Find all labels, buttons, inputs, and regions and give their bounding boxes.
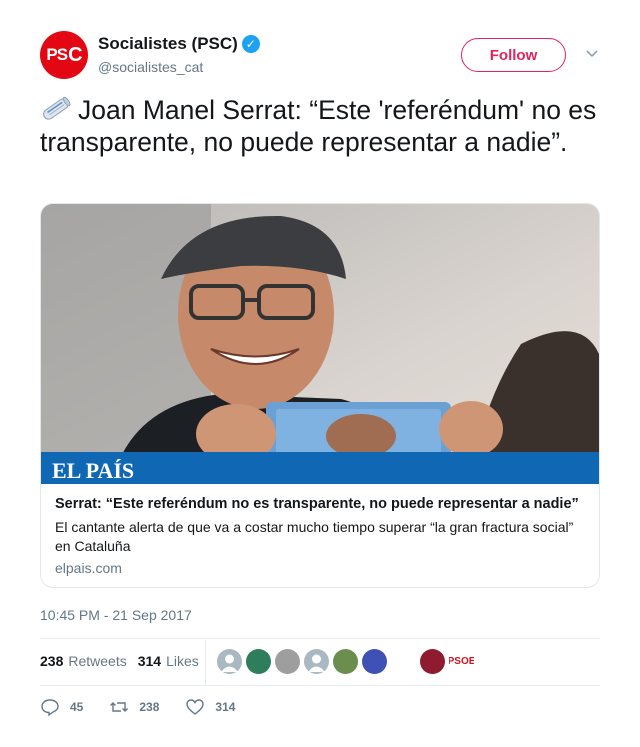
like-count: 314 [215, 700, 236, 714]
card-title[interactable]: Serrat: “Este referéndum no es transpare… [55, 496, 585, 512]
reply-icon [41, 699, 59, 717]
likes-label: Likes [166, 653, 199, 669]
author-avatar[interactable]: PS C [40, 31, 88, 79]
tweet-header: PS C Socialistes (PSC) ✓ @socialistes_cat… [40, 31, 600, 81]
tweet-actions: 45 238 314 [40, 697, 261, 717]
follow-button[interactable]: Follow [461, 38, 566, 72]
author-handle[interactable]: @socialistes_cat [98, 59, 203, 75]
link-card[interactable]: EL PAÍS Serrat: “Este referéndum no es t… [40, 203, 600, 588]
author-name[interactable]: Socialistes (PSC) [98, 34, 238, 54]
stats-divider [205, 640, 206, 685]
like-button[interactable]: 314 [185, 697, 235, 717]
tweet-body: Joan Manel Serrat: “Este 'referéndum' no… [40, 95, 597, 157]
engagement-stats: 238 Retweets 314 Likes [40, 653, 199, 669]
liker-avatar[interactable] [420, 649, 445, 674]
likes-stat[interactable]: 314 Likes [138, 653, 199, 669]
article-photo: EL PAÍS [41, 204, 599, 484]
divider-top [40, 638, 600, 639]
avatar-accent-text: C [68, 43, 82, 66]
liker-avatar[interactable] [304, 649, 329, 674]
reply-count: 45 [70, 700, 84, 714]
elpais-logo: EL PAÍS [52, 458, 134, 483]
verified-badge-icon: ✓ [241, 35, 260, 53]
liker-avatar[interactable] [333, 649, 358, 674]
retweets-count: 238 [40, 653, 64, 669]
retweets-label: Retweets [68, 653, 127, 669]
retweet-button[interactable]: 238 [109, 697, 159, 717]
liker-avatar[interactable] [217, 649, 242, 674]
liker-avatar[interactable] [391, 649, 416, 674]
retweet-icon [110, 702, 129, 712]
avatar-text: PS [46, 45, 68, 64]
liker-avatar[interactable] [362, 649, 387, 674]
likes-count: 314 [137, 653, 162, 669]
author-name-line: Socialistes (PSC) ✓ [98, 34, 260, 54]
heart-icon [186, 699, 205, 715]
tweet-text: Joan Manel Serrat: “Este 'referéndum' no… [40, 94, 600, 158]
card-domain[interactable]: elpais.com [55, 560, 122, 576]
tweet-timestamp[interactable]: 10:45 PM - 21 Sep 2017 [40, 607, 192, 623]
divider-bottom [40, 685, 600, 686]
liker-avatar[interactable] [275, 649, 300, 674]
liker-avatars: PSOE [217, 649, 478, 674]
reply-button[interactable]: 45 [40, 697, 83, 717]
retweets-stat[interactable]: 238 Retweets [40, 653, 127, 669]
liker-avatar[interactable]: PSOE [449, 649, 474, 674]
card-description: El cantante alerta de que va a costar mu… [55, 519, 574, 554]
rolled-newspaper-icon [43, 96, 71, 120]
chevron-down-icon[interactable] [584, 45, 600, 61]
liker-avatar[interactable] [246, 649, 271, 674]
retweet-count: 238 [139, 700, 160, 714]
